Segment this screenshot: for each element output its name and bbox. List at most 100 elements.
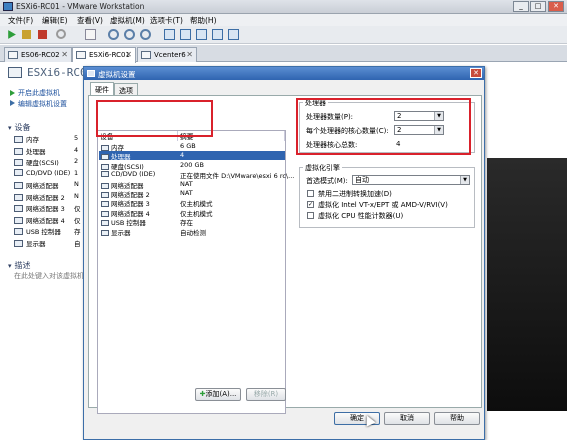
settings-icon: [10, 100, 15, 106]
virtualize-cpu-counters-checkbox[interactable]: [307, 212, 314, 219]
left-device-item[interactable]: 网络适配器 4 仅: [14, 215, 81, 225]
device-name: USB 控制器: [26, 228, 61, 236]
device-summary: 4: [180, 151, 185, 160]
device-icon: [14, 239, 23, 247]
left-device-item[interactable]: USB 控制器 存: [14, 226, 81, 236]
play-icon: [10, 90, 15, 96]
device-name: 内存: [26, 136, 39, 144]
menu-file[interactable]: 文件(F): [8, 15, 33, 26]
unity-icon[interactable]: [228, 29, 239, 40]
thumbnail-icon[interactable]: [180, 29, 191, 40]
disable-binary-translation-checkbox[interactable]: [307, 190, 314, 197]
device-row[interactable]: 网络适配器 NAT: [99, 179, 285, 190]
left-device-item[interactable]: CD/DVD (IDE) 1: [14, 168, 78, 179]
console-view-icon[interactable]: [196, 29, 207, 40]
device-value: 自: [74, 239, 81, 248]
left-device-item[interactable]: 处理器 4: [14, 146, 78, 156]
full-screen-icon[interactable]: [212, 29, 223, 40]
window-title: ESXi6-RC01 - VMware Workstation: [16, 2, 145, 11]
dialog-titlebar: 虚拟机设置 ✕: [84, 67, 484, 80]
device-summary: NAT: [180, 179, 193, 188]
device-icon: [101, 220, 109, 227]
menu-bar: 文件(F) 编辑(E) 查看(V) 虚拟机(M) 选项卡(T) 帮助(H): [0, 14, 567, 26]
power-on-link[interactable]: 开启此虚拟机: [18, 88, 60, 98]
device-row[interactable]: 网络适配器 3 仅主机模式: [99, 198, 285, 208]
virtualize-vtx-checkbox[interactable]: ✓: [307, 201, 314, 208]
left-device-item[interactable]: 显示器 自: [14, 238, 81, 248]
device-icon: [14, 159, 23, 166]
tab-esxi6-rc01[interactable]: ESXi6-RC01 ✕: [72, 47, 136, 63]
device-name: CD/DVD (IDE): [26, 168, 71, 177]
send-keys-icon[interactable]: [85, 29, 96, 40]
snapshot-icon[interactable]: [108, 29, 119, 40]
tab-options[interactable]: 选项: [114, 83, 138, 95]
vm-icon: [76, 51, 86, 59]
tab-vcenter6[interactable]: Vcenter6 ✕: [137, 47, 197, 62]
left-device-item[interactable]: 硬盘(SCSI) 2: [14, 157, 78, 167]
device-name: 硬盘(SCSI): [26, 159, 59, 167]
tab-es06-rc02[interactable]: ES06-RC02 ✕: [4, 47, 72, 62]
devices-section-header[interactable]: ▾ 设备: [8, 122, 31, 133]
device-name: 网络适配器 2: [26, 193, 65, 202]
menu-edit[interactable]: 编辑(E): [42, 15, 68, 26]
tab-hardware[interactable]: 硬件: [90, 82, 114, 96]
minimize-button[interactable]: _: [513, 1, 529, 12]
device-icon: [101, 201, 109, 208]
snapshot-manager-icon[interactable]: [140, 29, 151, 40]
device-icon: [101, 171, 109, 178]
device-list: 设备 摘要 内存 6 GB 处理器 4 硬盘(SCSI) 200 GB CD/DVD (ID…: [97, 130, 294, 414]
device-summary: 6 GB: [180, 142, 196, 150]
device-row[interactable]: USB 控制器 存在: [99, 217, 285, 227]
highlight-box-processor: [296, 98, 471, 155]
menu-vm[interactable]: 虚拟机(M): [110, 15, 145, 26]
left-device-item[interactable]: 网络适配器 2 N: [14, 192, 79, 202]
description-section-header[interactable]: ▾ 描述: [8, 260, 31, 271]
left-device-item[interactable]: 网络适配器 3 仅: [14, 203, 81, 213]
device-icon: [14, 147, 23, 155]
close-button[interactable]: ✕: [548, 1, 564, 12]
virtualize-vtx-label: 虚拟化 Intel VT-x/EPT 或 AMD-V/RVI(V): [318, 201, 448, 209]
device-row[interactable]: 网络适配器 2 NAT: [99, 189, 285, 199]
reset-icon[interactable]: [56, 29, 66, 39]
description-placeholder[interactable]: 在此处键入对该虚拟机的: [14, 271, 91, 281]
device-row[interactable]: CD/DVD (IDE) 正在使用文件 D:\VMware\esxi 6 rc\.…: [99, 170, 294, 180]
preferred-mode-select[interactable]: 自动 ▼: [352, 175, 470, 185]
menu-view[interactable]: 查看(V): [77, 15, 103, 26]
vm-console-screen: [487, 158, 567, 411]
device-value: 2: [74, 157, 79, 165]
virtualization-group-label: 虚拟化引擎: [303, 163, 342, 173]
help-button[interactable]: 帮助: [434, 412, 480, 425]
left-device-item[interactable]: 内存 5: [14, 134, 78, 144]
menu-help[interactable]: 帮助(H): [190, 15, 217, 26]
remove-button[interactable]: 移除(R): [246, 388, 286, 401]
maximize-button[interactable]: □: [530, 1, 546, 12]
settings-icon: [87, 70, 95, 77]
device-row[interactable]: 网络适配器 4 仅主机模式: [99, 208, 285, 218]
device-row[interactable]: 硬盘(SCSI) 200 GB: [99, 161, 285, 171]
show-library-icon[interactable]: [164, 29, 175, 40]
tab-close-icon[interactable]: ✕: [61, 50, 68, 59]
revert-snapshot-icon[interactable]: [124, 29, 135, 40]
device-row[interactable]: 处理器 4: [99, 151, 285, 161]
dialog-close-button[interactable]: ✕: [470, 68, 482, 78]
left-device-item[interactable]: 网络适配器 N: [14, 180, 79, 190]
tab-label: Vcenter6: [154, 51, 186, 59]
device-row[interactable]: 内存 6 GB: [99, 142, 285, 152]
tab-close-icon[interactable]: ✕: [125, 50, 132, 59]
power-on-icon[interactable]: [6, 29, 17, 40]
menu-tabs[interactable]: 选项卡(T): [150, 15, 183, 26]
device-summary: NAT: [180, 189, 193, 197]
cancel-button[interactable]: 取消: [384, 412, 430, 425]
device-icon: [101, 229, 109, 236]
stop-icon[interactable]: [38, 30, 47, 39]
tab-close-icon[interactable]: ✕: [186, 50, 193, 59]
collapse-icon: ▾: [8, 262, 12, 270]
device-icon: [14, 136, 23, 143]
hardware-panel: 设备 摘要 内存 6 GB 处理器 4 硬盘(SCSI) 200 GB CD/DVD (ID…: [88, 95, 482, 414]
add-button[interactable]: ✚添加(A)...: [195, 388, 241, 401]
device-row[interactable]: 显示器 自动检测: [99, 227, 285, 237]
edit-settings-link[interactable]: 编辑虚拟机设置: [18, 99, 67, 109]
device-icon: [101, 210, 109, 217]
suspend-icon[interactable]: [22, 30, 31, 39]
tab-label: ES06-RC02: [21, 51, 60, 59]
